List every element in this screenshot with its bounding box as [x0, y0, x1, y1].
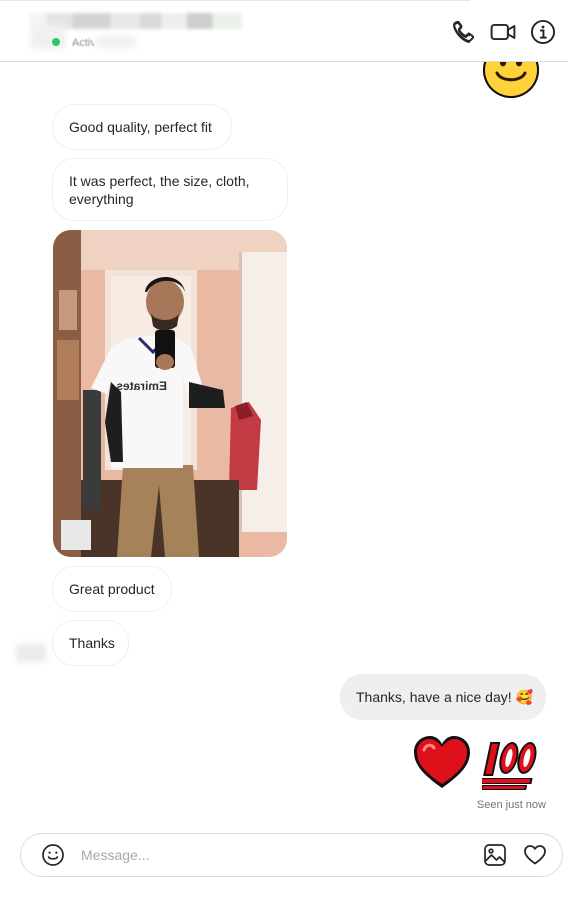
message-text: It was perfect, the size, cloth, everyth…: [69, 172, 250, 207]
outgoing-message[interactable]: Thanks, have a nice day! 🥰: [340, 674, 546, 720]
info-icon[interactable]: [530, 19, 556, 45]
message-text: Thanks, have a nice day! 🥰: [356, 689, 533, 705]
incoming-message[interactable]: Thanks: [52, 620, 129, 666]
message-composer: [20, 833, 563, 877]
heart-emoji[interactable]: [412, 734, 472, 792]
incoming-message[interactable]: Good quality, perfect fit: [52, 104, 232, 150]
message-input[interactable]: [81, 844, 461, 866]
incoming-message[interactable]: It was perfect, the size, cloth, everyth…: [52, 158, 288, 221]
phone-icon[interactable]: [450, 19, 476, 45]
photo-message[interactable]: Emirates: [53, 230, 287, 557]
incoming-message[interactable]: Great product: [52, 566, 172, 612]
image-icon[interactable]: [483, 843, 507, 867]
message-text: Thanks: [69, 635, 115, 651]
seen-status: Seen just now: [476, 799, 546, 811]
smiley-sticker-visible[interactable]: [482, 62, 542, 98]
contact-avatar-redacted[interactable]: [30, 25, 66, 49]
smiley-icon[interactable]: [41, 843, 65, 867]
online-indicator: [52, 38, 60, 46]
heart-icon[interactable]: [523, 843, 547, 867]
sender-avatar-redacted[interactable]: [16, 644, 46, 662]
hundred-points-emoji[interactable]: [477, 734, 542, 792]
svg-text:Emirates: Emirates: [116, 379, 167, 393]
message-text: Good quality, perfect fit: [69, 119, 212, 135]
message-text: Great product: [69, 581, 155, 597]
active-status-redacted: [96, 35, 136, 49]
chat-window: Active: [0, 0, 568, 897]
active-status: Active: [72, 37, 94, 49]
video-camera-icon[interactable]: [490, 19, 516, 45]
